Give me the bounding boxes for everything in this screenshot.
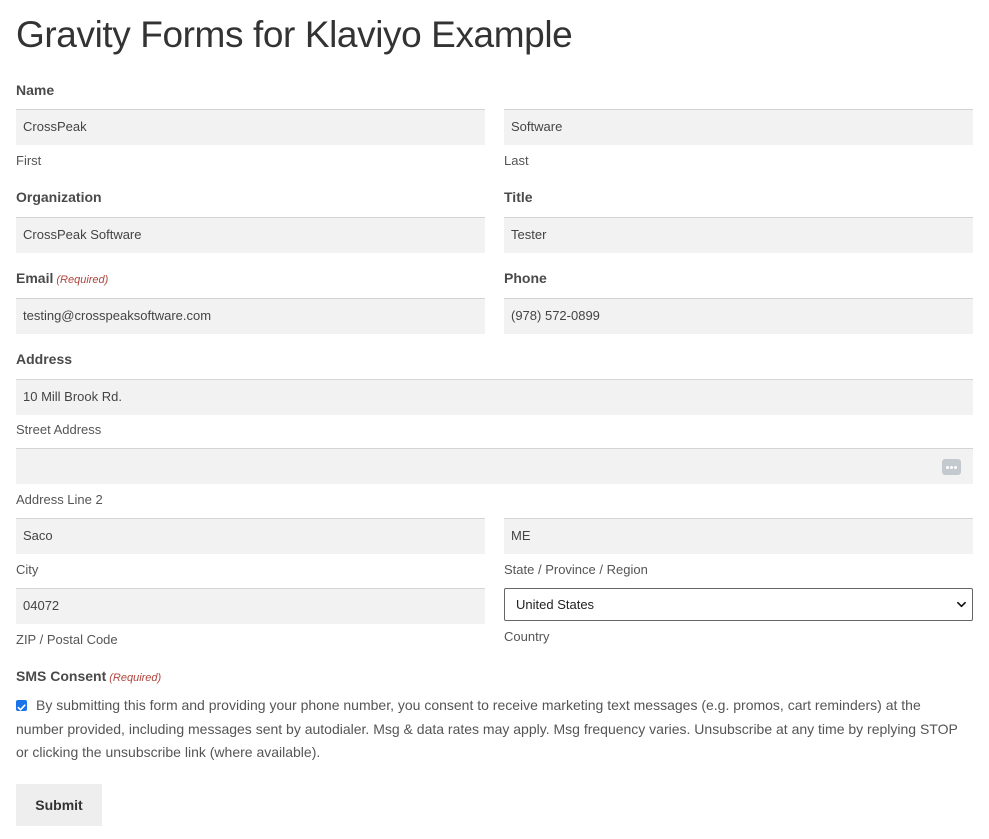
first-name-sublabel: First bbox=[16, 153, 42, 168]
page-title: Gravity Forms for Klaviyo Example bbox=[16, 14, 573, 55]
zip-sublabel: ZIP / Postal Code bbox=[16, 632, 118, 647]
address-label: Address bbox=[16, 351, 73, 367]
city-input[interactable]: Saco bbox=[16, 518, 485, 554]
name-label: Name bbox=[16, 82, 54, 98]
sms-consent-text: By submitting this form and providing yo… bbox=[16, 697, 958, 760]
title-label: Title bbox=[504, 189, 533, 205]
state-input[interactable]: ME bbox=[504, 518, 973, 554]
title-input[interactable]: Tester bbox=[504, 217, 973, 253]
address-line2-input[interactable] bbox=[16, 448, 973, 484]
address-line2-sublabel: Address Line 2 bbox=[16, 492, 103, 507]
country-sublabel: Country bbox=[504, 629, 550, 644]
sms-consent-label-text: SMS Consent bbox=[16, 668, 107, 684]
more-dots-icon[interactable] bbox=[942, 459, 961, 475]
sms-consent-label: SMS Consent (Required) bbox=[16, 668, 161, 684]
organization-label: Organization bbox=[16, 189, 102, 205]
chevron-down-icon bbox=[957, 601, 966, 608]
state-sublabel: State / Province / Region bbox=[504, 562, 648, 577]
name-label-text: Name bbox=[16, 82, 55, 98]
phone-label: Phone bbox=[504, 270, 547, 286]
email-input[interactable]: testing@crosspeaksoftware.com bbox=[16, 298, 485, 334]
country-select-value: United States bbox=[516, 597, 595, 612]
zip-input[interactable]: 04072 bbox=[16, 588, 485, 624]
first-name-input[interactable]: CrossPeak bbox=[16, 109, 485, 145]
city-sublabel: City bbox=[16, 562, 39, 577]
submit-button[interactable]: Submit bbox=[16, 784, 102, 826]
sms-consent-required-indicator: (Required) bbox=[109, 672, 162, 684]
phone-input[interactable]: (978) 572-0899 bbox=[504, 298, 973, 334]
last-name-sublabel: Last bbox=[504, 153, 529, 168]
email-label-text: Email bbox=[16, 270, 54, 286]
email-required-indicator: (Required) bbox=[56, 274, 109, 286]
organization-input[interactable]: CrossPeak Software bbox=[16, 217, 485, 253]
email-label: Email (Required) bbox=[16, 270, 108, 286]
street-address-input[interactable]: 10 Mill Brook Rd. bbox=[16, 379, 973, 415]
last-name-input[interactable]: Software bbox=[504, 109, 973, 145]
country-select[interactable]: United States bbox=[504, 588, 973, 621]
street-address-sublabel: Street Address bbox=[16, 422, 102, 437]
